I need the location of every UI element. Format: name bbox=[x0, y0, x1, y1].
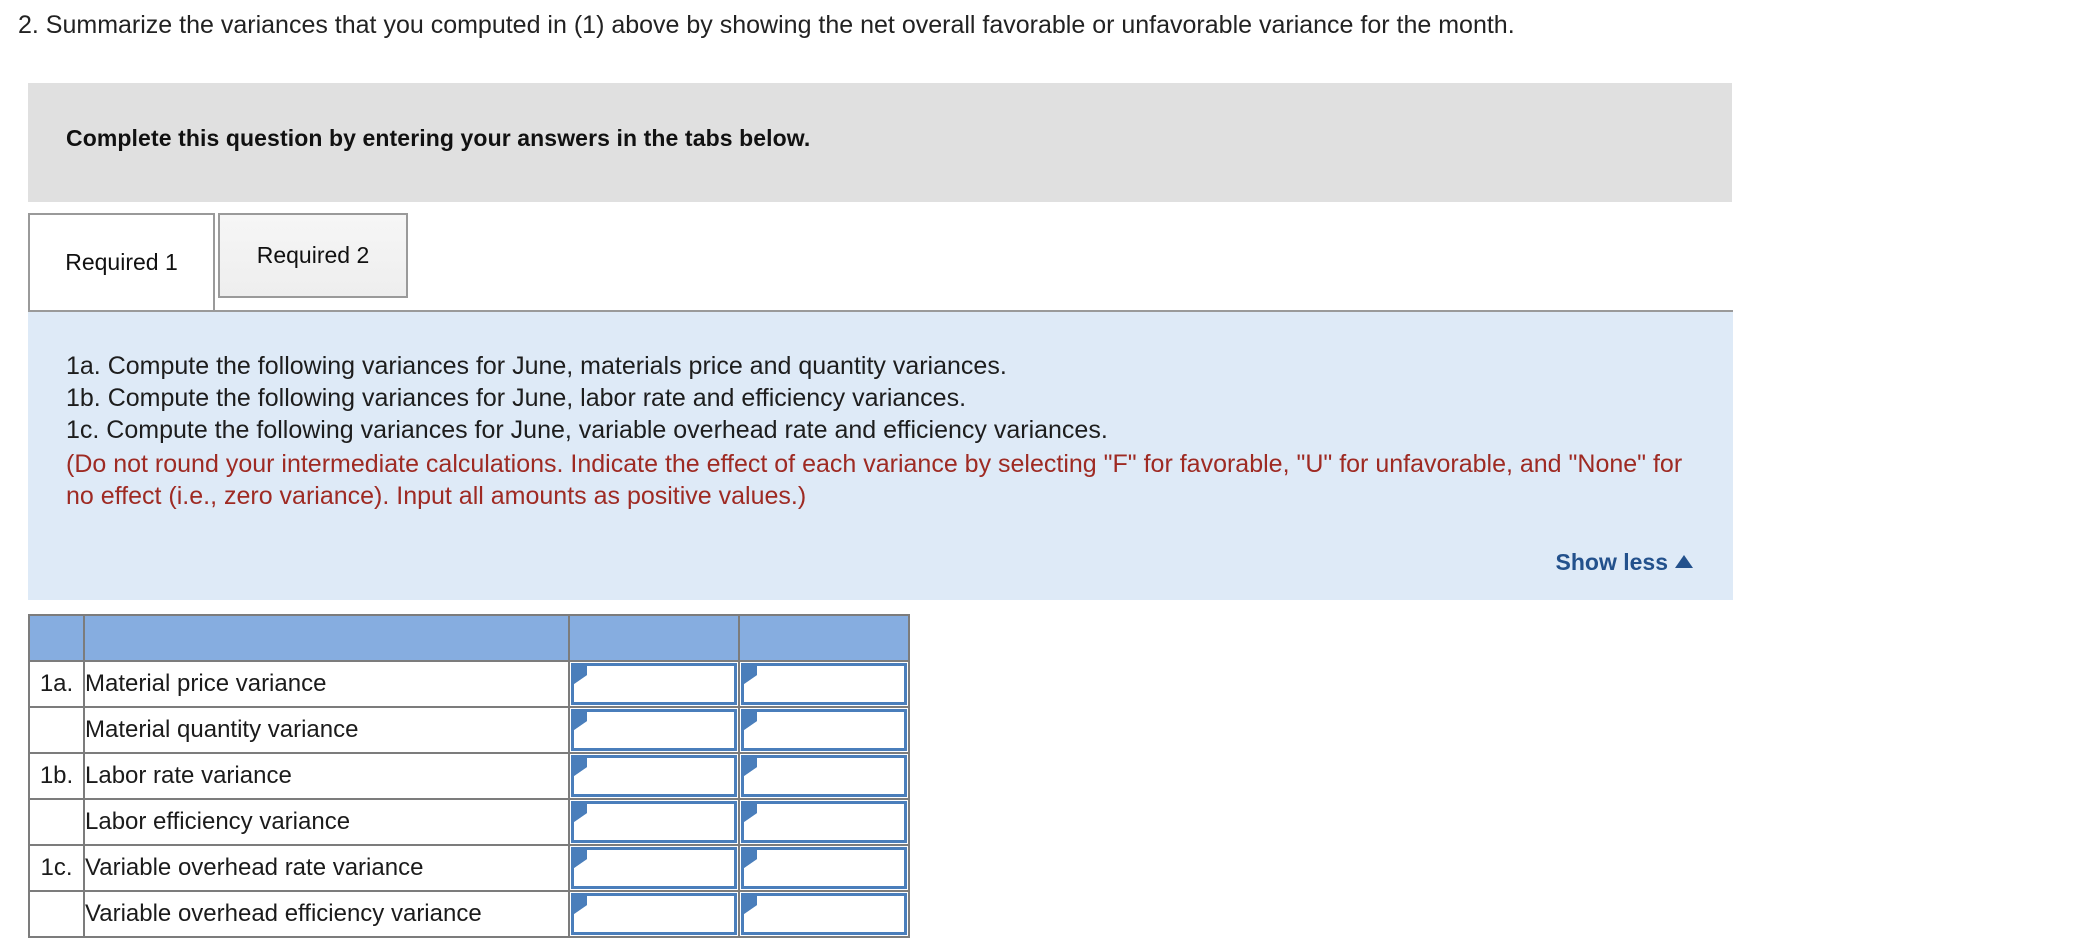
table-row: Material quantity variance bbox=[28, 706, 910, 754]
requirement-note: (Do not round your intermediate calculat… bbox=[66, 450, 1683, 510]
effect-input-cell[interactable] bbox=[738, 798, 910, 846]
table-row: 1a. Material price variance bbox=[28, 660, 910, 708]
question-prompt: 2. Summarize the variances that you comp… bbox=[18, 11, 1515, 39]
effect-input-cell[interactable] bbox=[738, 660, 910, 708]
dropdown-indicator-icon bbox=[574, 896, 587, 914]
table-row: 1b. Labor rate variance bbox=[28, 752, 910, 800]
dropdown-indicator-icon bbox=[574, 804, 587, 822]
effect-dropdown[interactable] bbox=[741, 755, 907, 797]
triangle-up-icon bbox=[1675, 555, 1693, 568]
amount-dropdown[interactable] bbox=[571, 801, 737, 843]
amount-dropdown[interactable] bbox=[571, 847, 737, 889]
instruction-banner-text: Complete this question by entering your … bbox=[66, 125, 811, 151]
row-label: Variable overhead efficiency variance bbox=[83, 890, 570, 938]
effect-dropdown[interactable] bbox=[741, 893, 907, 935]
effect-value bbox=[762, 896, 900, 932]
effect-dropdown[interactable] bbox=[741, 663, 907, 705]
row-number bbox=[28, 706, 85, 754]
effect-value bbox=[762, 758, 900, 794]
amount-value bbox=[592, 850, 730, 886]
tab-required-2[interactable]: Required 2 bbox=[218, 213, 408, 298]
row-label: Labor efficiency variance bbox=[83, 798, 570, 846]
amount-dropdown[interactable] bbox=[571, 755, 737, 797]
row-number: 1a. bbox=[28, 660, 85, 708]
amount-input-cell[interactable] bbox=[568, 752, 740, 800]
amount-input-cell[interactable] bbox=[568, 660, 740, 708]
dropdown-indicator-icon bbox=[744, 712, 757, 730]
table-row: Variable overhead efficiency variance bbox=[28, 890, 910, 938]
row-label: Variable overhead rate variance bbox=[83, 844, 570, 892]
effect-value bbox=[762, 712, 900, 748]
dropdown-indicator-icon bbox=[744, 850, 757, 868]
row-number: 1c. bbox=[28, 844, 85, 892]
amount-dropdown[interactable] bbox=[571, 663, 737, 705]
show-less-link[interactable]: Show less bbox=[1556, 549, 1693, 576]
amount-value bbox=[592, 712, 730, 748]
instruction-banner: Complete this question by entering your … bbox=[28, 83, 1732, 202]
row-label: Material price variance bbox=[83, 660, 570, 708]
effect-dropdown[interactable] bbox=[741, 847, 907, 889]
amount-input-cell[interactable] bbox=[568, 798, 740, 846]
amount-input-cell[interactable] bbox=[568, 844, 740, 892]
amount-input-cell[interactable] bbox=[568, 706, 740, 754]
dropdown-indicator-icon bbox=[574, 666, 587, 684]
dropdown-indicator-icon bbox=[744, 896, 757, 914]
table-row: 1c. Variable overhead rate variance bbox=[28, 844, 910, 892]
table-row: Labor efficiency variance bbox=[28, 798, 910, 846]
dropdown-indicator-icon bbox=[574, 712, 587, 730]
dropdown-indicator-icon bbox=[744, 666, 757, 684]
effect-value bbox=[762, 804, 900, 840]
dropdown-indicator-icon bbox=[574, 758, 587, 776]
effect-dropdown[interactable] bbox=[741, 801, 907, 843]
dropdown-indicator-icon bbox=[744, 804, 757, 822]
tab-required-1-label: Required 1 bbox=[65, 249, 178, 275]
show-less-label: Show less bbox=[1555, 549, 1668, 575]
amount-dropdown[interactable] bbox=[571, 709, 737, 751]
row-number bbox=[28, 798, 85, 846]
effect-input-cell[interactable] bbox=[738, 752, 910, 800]
row-label: Material quantity variance bbox=[83, 706, 570, 754]
effect-value bbox=[762, 850, 900, 886]
amount-value bbox=[592, 804, 730, 840]
dropdown-indicator-icon bbox=[574, 850, 587, 868]
header-cell-label bbox=[83, 614, 570, 662]
amount-value bbox=[592, 896, 730, 932]
requirement-line-1b: 1b. Compute the following variances for … bbox=[66, 384, 967, 412]
tab-required-1[interactable]: Required 1 bbox=[28, 213, 215, 310]
requirement-panel: 1a. Compute the following variances for … bbox=[28, 312, 1733, 600]
requirement-line-1c: 1c. Compute the following variances for … bbox=[66, 416, 1108, 444]
tab-bar: Required 1 Required 2 bbox=[28, 213, 1733, 312]
variance-answer-table: 1a. Material price variance Material qua… bbox=[28, 614, 910, 938]
effect-dropdown[interactable] bbox=[741, 709, 907, 751]
effect-input-cell[interactable] bbox=[738, 706, 910, 754]
effect-input-cell[interactable] bbox=[738, 890, 910, 938]
row-number bbox=[28, 890, 85, 938]
requirement-line-1a: 1a. Compute the following variances for … bbox=[66, 352, 1007, 380]
header-cell-effect bbox=[738, 614, 910, 662]
table-header-row bbox=[28, 614, 910, 662]
row-label: Labor rate variance bbox=[83, 752, 570, 800]
effect-input-cell[interactable] bbox=[738, 844, 910, 892]
tab-required-2-label: Required 2 bbox=[256, 242, 370, 268]
amount-value bbox=[592, 666, 730, 702]
effect-value bbox=[762, 666, 900, 702]
header-cell-number bbox=[28, 614, 85, 662]
header-cell-amount bbox=[568, 614, 740, 662]
amount-input-cell[interactable] bbox=[568, 890, 740, 938]
row-number: 1b. bbox=[28, 752, 85, 800]
requirement-text-block: 1a. Compute the following variances for … bbox=[66, 350, 1706, 512]
variance-answer-table-body: 1a. Material price variance Material qua… bbox=[28, 614, 910, 938]
amount-value bbox=[592, 758, 730, 794]
amount-dropdown[interactable] bbox=[571, 893, 737, 935]
dropdown-indicator-icon bbox=[744, 758, 757, 776]
